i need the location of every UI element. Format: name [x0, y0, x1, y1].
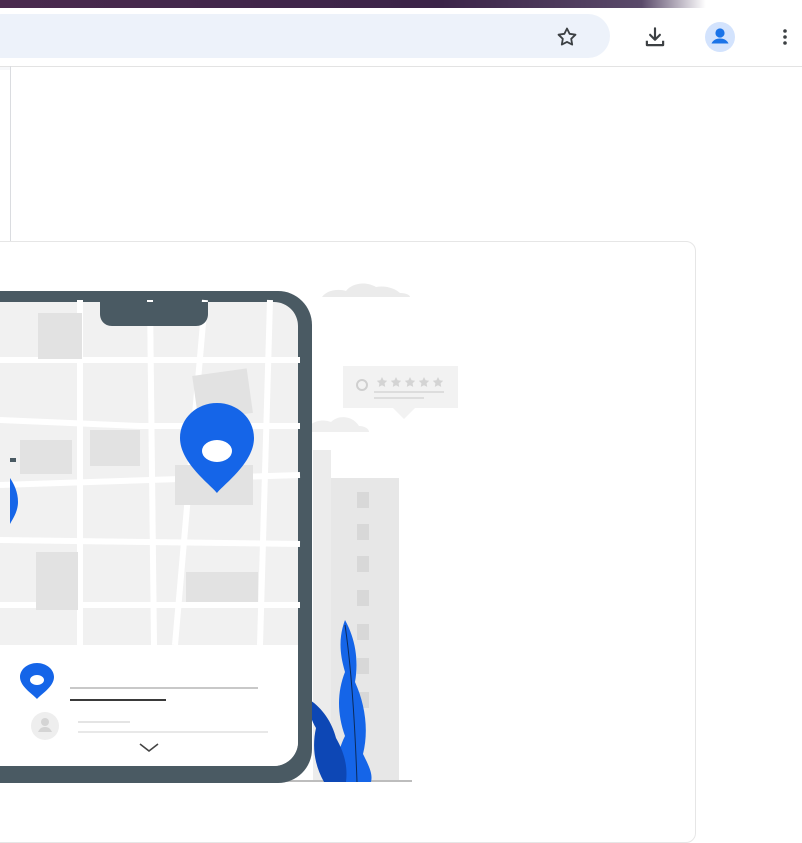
- more-vert-icon: [783, 29, 787, 45]
- cloud-shape: [322, 283, 410, 297]
- address-bar[interactable]: [0, 14, 610, 58]
- phone-device: [0, 291, 312, 783]
- download-button[interactable]: [638, 20, 672, 54]
- menu-button[interactable]: [768, 20, 802, 54]
- rating-tooltip: [343, 366, 458, 419]
- bookmark-button[interactable]: [550, 20, 584, 54]
- window-titlebar: [0, 0, 802, 8]
- star-outline-icon: [557, 27, 577, 46]
- bottom-sheet: [0, 645, 298, 766]
- phone-map-illustration: [0, 283, 458, 783]
- download-icon: [645, 27, 665, 47]
- profile-button[interactable]: [703, 20, 737, 54]
- browser-toolbar: [0, 8, 802, 67]
- phone-notch: [100, 302, 208, 326]
- account-icon: [705, 22, 735, 52]
- cloud-shape: [305, 417, 369, 432]
